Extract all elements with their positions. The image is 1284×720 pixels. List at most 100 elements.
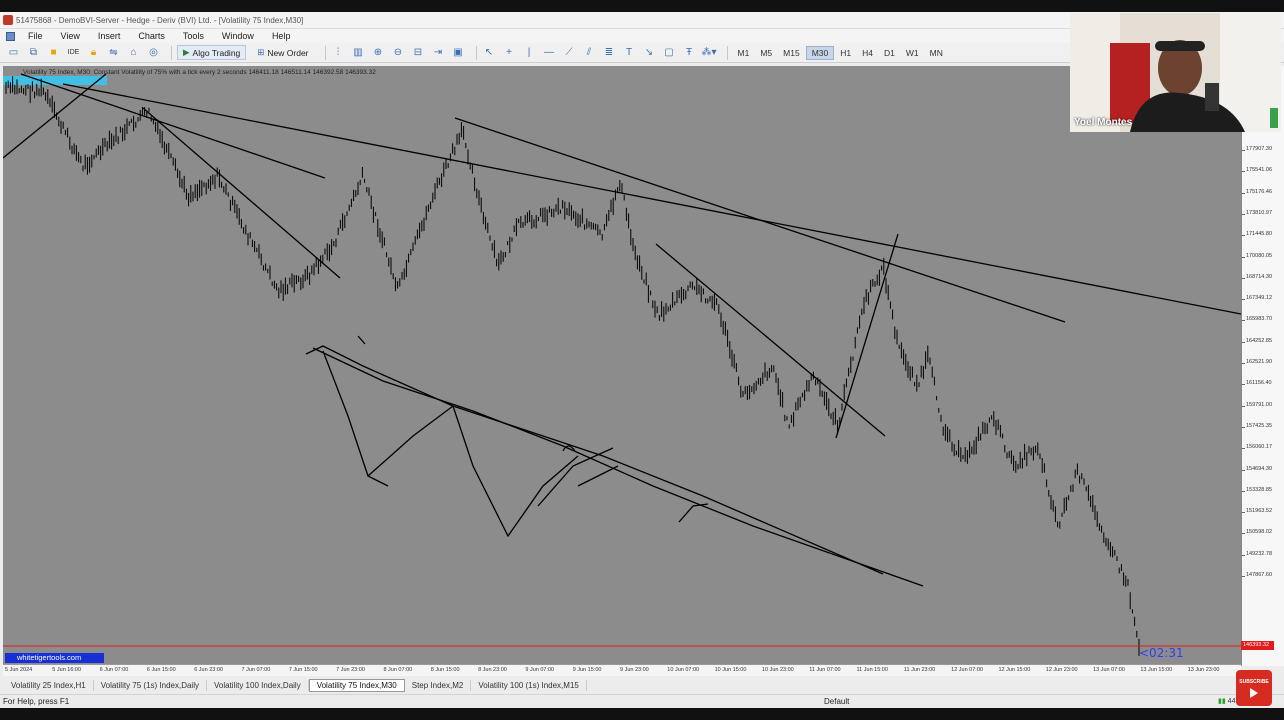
time-axis[interactable]: 5 Jun 2024 5 Jun 16:00 6 Jun 07:00 6 Jun 15… (3, 664, 1241, 676)
bar-chart-icon[interactable]: ⫶ (331, 45, 346, 60)
timeframe-w1[interactable]: W1 (901, 47, 924, 59)
price-label: 149232.78 (1246, 550, 1272, 557)
terminal-window: 51475868 - DemoBVI-Server - Hedge - Deri… (0, 0, 1284, 720)
hand-drawn-stroke[interactable] (577, 465, 619, 487)
price-tick (1242, 235, 1245, 237)
price-axis[interactable]: 177907.30 175541.06 175176.46 173810.97 1714… (1241, 134, 1284, 666)
rectangle-icon[interactable]: ▢ (662, 45, 677, 60)
time-label: 9 Jun 23:00 (620, 667, 649, 673)
timeframe-mn[interactable]: MN (925, 47, 948, 59)
chart-tab[interactable]: Volatility 75 (1s) Index,Daily (94, 680, 207, 691)
hand-drawn-stroke[interactable] (322, 350, 389, 487)
chart-shift-icon[interactable]: ⇥ (431, 45, 446, 60)
chart-tabs: Volatility 25 Index,H1 Volatility 75 (1s)… (0, 678, 1284, 693)
chart-tab[interactable]: Volatility 100 Index,Daily (207, 680, 309, 691)
hand-drawn-stroke[interactable] (537, 447, 614, 507)
trendline[interactable] (835, 233, 899, 439)
new-chart-icon[interactable]: ▭ (6, 45, 21, 60)
webcam-image (1070, 13, 1281, 132)
price-label: 170080.05 (1246, 252, 1272, 259)
timeframe-d1[interactable]: D1 (879, 47, 900, 59)
hand-drawn-stroke[interactable] (312, 347, 924, 587)
algo-trading-button[interactable]: ▶ Algo Trading (177, 45, 247, 60)
horizontal-line-icon[interactable]: — (542, 45, 557, 60)
cursor-icon[interactable]: ↖ (482, 45, 497, 60)
status-profile: Default (824, 697, 850, 706)
time-label: 12 Jun 07:00 (951, 667, 983, 673)
vertical-line-icon[interactable]: | (522, 45, 537, 60)
price-tick (1242, 363, 1245, 364)
trendline[interactable] (655, 243, 886, 437)
timeframe-m30[interactable]: M30 (805, 45, 835, 60)
text-label-icon[interactable]: Ŧ (682, 45, 697, 60)
hand-drawn-stroke[interactable] (367, 404, 579, 538)
current-price-marker: 146393.32 (1241, 641, 1274, 650)
ide-icon[interactable]: IDE (66, 45, 81, 60)
time-label: 7 Jun 07:00 (241, 667, 271, 673)
market-watch-icon[interactable]: ■ (46, 45, 61, 60)
time-label: 10 Jun 15:00 (714, 667, 747, 673)
presenter-name: Yoel Montes (1074, 117, 1133, 128)
hand-drawn-stroke[interactable] (357, 335, 366, 345)
algo-trading-label: Algo Trading (192, 47, 241, 58)
profiles-icon[interactable]: ⧉ (26, 45, 41, 60)
new-order-button[interactable]: ⊞ New Order (251, 45, 315, 60)
time-label: 12 Jun 15:00 (998, 667, 1031, 673)
price-tick (1242, 554, 1245, 556)
chart-tab[interactable]: Volatility 25 Index,H1 (4, 680, 94, 691)
chart-tab[interactable]: Step Index,M2 (405, 680, 472, 691)
screenshot-icon[interactable]: ▣ (451, 45, 466, 60)
price-chart[interactable]: Volatility 75 Index, M30: Constant Volat… (3, 66, 1241, 666)
timeframe-m15[interactable]: M15 (778, 47, 805, 59)
menu-help[interactable]: Help (263, 31, 300, 41)
trendline[interactable] (3, 73, 107, 159)
app-icon (3, 15, 13, 25)
trendline[interactable] (62, 83, 1241, 315)
shapes-menu-icon[interactable]: ⁂▾ (702, 45, 717, 60)
tile-windows-icon[interactable]: ⊟ (411, 45, 426, 60)
menu-file[interactable]: File (19, 31, 52, 41)
subscribe-button[interactable]: SUBSCRIBE (1236, 670, 1272, 706)
price-label: 161156.40 (1246, 380, 1272, 387)
price-label: 147867.60 (1246, 572, 1272, 578)
trendline[interactable] (454, 117, 1066, 323)
data-window-icon[interactable]: ⇋ (106, 45, 121, 60)
chart-tab[interactable]: Volatility 75 Index,M30 (308, 679, 405, 692)
zoom-in-icon[interactable]: ⊕ (371, 45, 386, 60)
fibonacci-icon[interactable]: ≣ (602, 45, 617, 60)
menu-window[interactable]: Window (213, 31, 263, 41)
menu-view[interactable]: View (52, 31, 89, 41)
status-help-text: For Help, press F1 (3, 697, 70, 706)
chart-drawing[interactable] (3, 66, 1241, 666)
text-icon[interactable]: T (622, 45, 637, 60)
chart-tab[interactable]: Volatility 100 (1s) Index,M15 (471, 680, 587, 691)
channel-icon[interactable]: ⫽ (582, 45, 597, 60)
trendline[interactable] (142, 107, 341, 279)
price-label: 162521.90 (1246, 359, 1272, 365)
toolbar-separator (726, 45, 728, 60)
timeframe-h1[interactable]: H1 (835, 47, 856, 59)
top-black-strip (0, 0, 1284, 12)
menu-tools[interactable]: Tools (174, 31, 213, 41)
menu-charts[interactable]: Charts (129, 31, 174, 41)
candlestick-icon[interactable]: ▥ (351, 45, 366, 60)
timeframe-m2[interactable]: M1 (733, 47, 755, 59)
price-label: 159791.00 (1246, 401, 1272, 408)
navigator-icon[interactable]: 🔒︎ (86, 45, 101, 60)
time-label: 11 Jun 23:00 (903, 667, 936, 673)
crosshair-icon[interactable]: + (502, 45, 517, 60)
price-label: 173810.97 (1246, 209, 1272, 216)
trendline-icon[interactable]: ⟋ (562, 45, 577, 60)
timeframe-m5[interactable]: M5 (755, 47, 777, 59)
zoom-out-icon[interactable]: ⊖ (391, 45, 406, 60)
price-label: 151963.52 (1246, 508, 1272, 515)
menu-insert[interactable]: Insert (89, 31, 130, 41)
strategy-tester-icon[interactable]: ⌂ (126, 45, 141, 60)
price-tick (1242, 426, 1245, 428)
terminal-icon[interactable]: ◎ (146, 45, 161, 60)
time-label: 8 Jun 07:00 (383, 667, 413, 673)
timeframe-h4[interactable]: H4 (857, 47, 878, 59)
price-label: 157425.35 (1246, 422, 1272, 429)
time-label: 6 Jun 23:00 (194, 667, 223, 673)
arrow-icon[interactable]: ↘ (642, 45, 657, 60)
